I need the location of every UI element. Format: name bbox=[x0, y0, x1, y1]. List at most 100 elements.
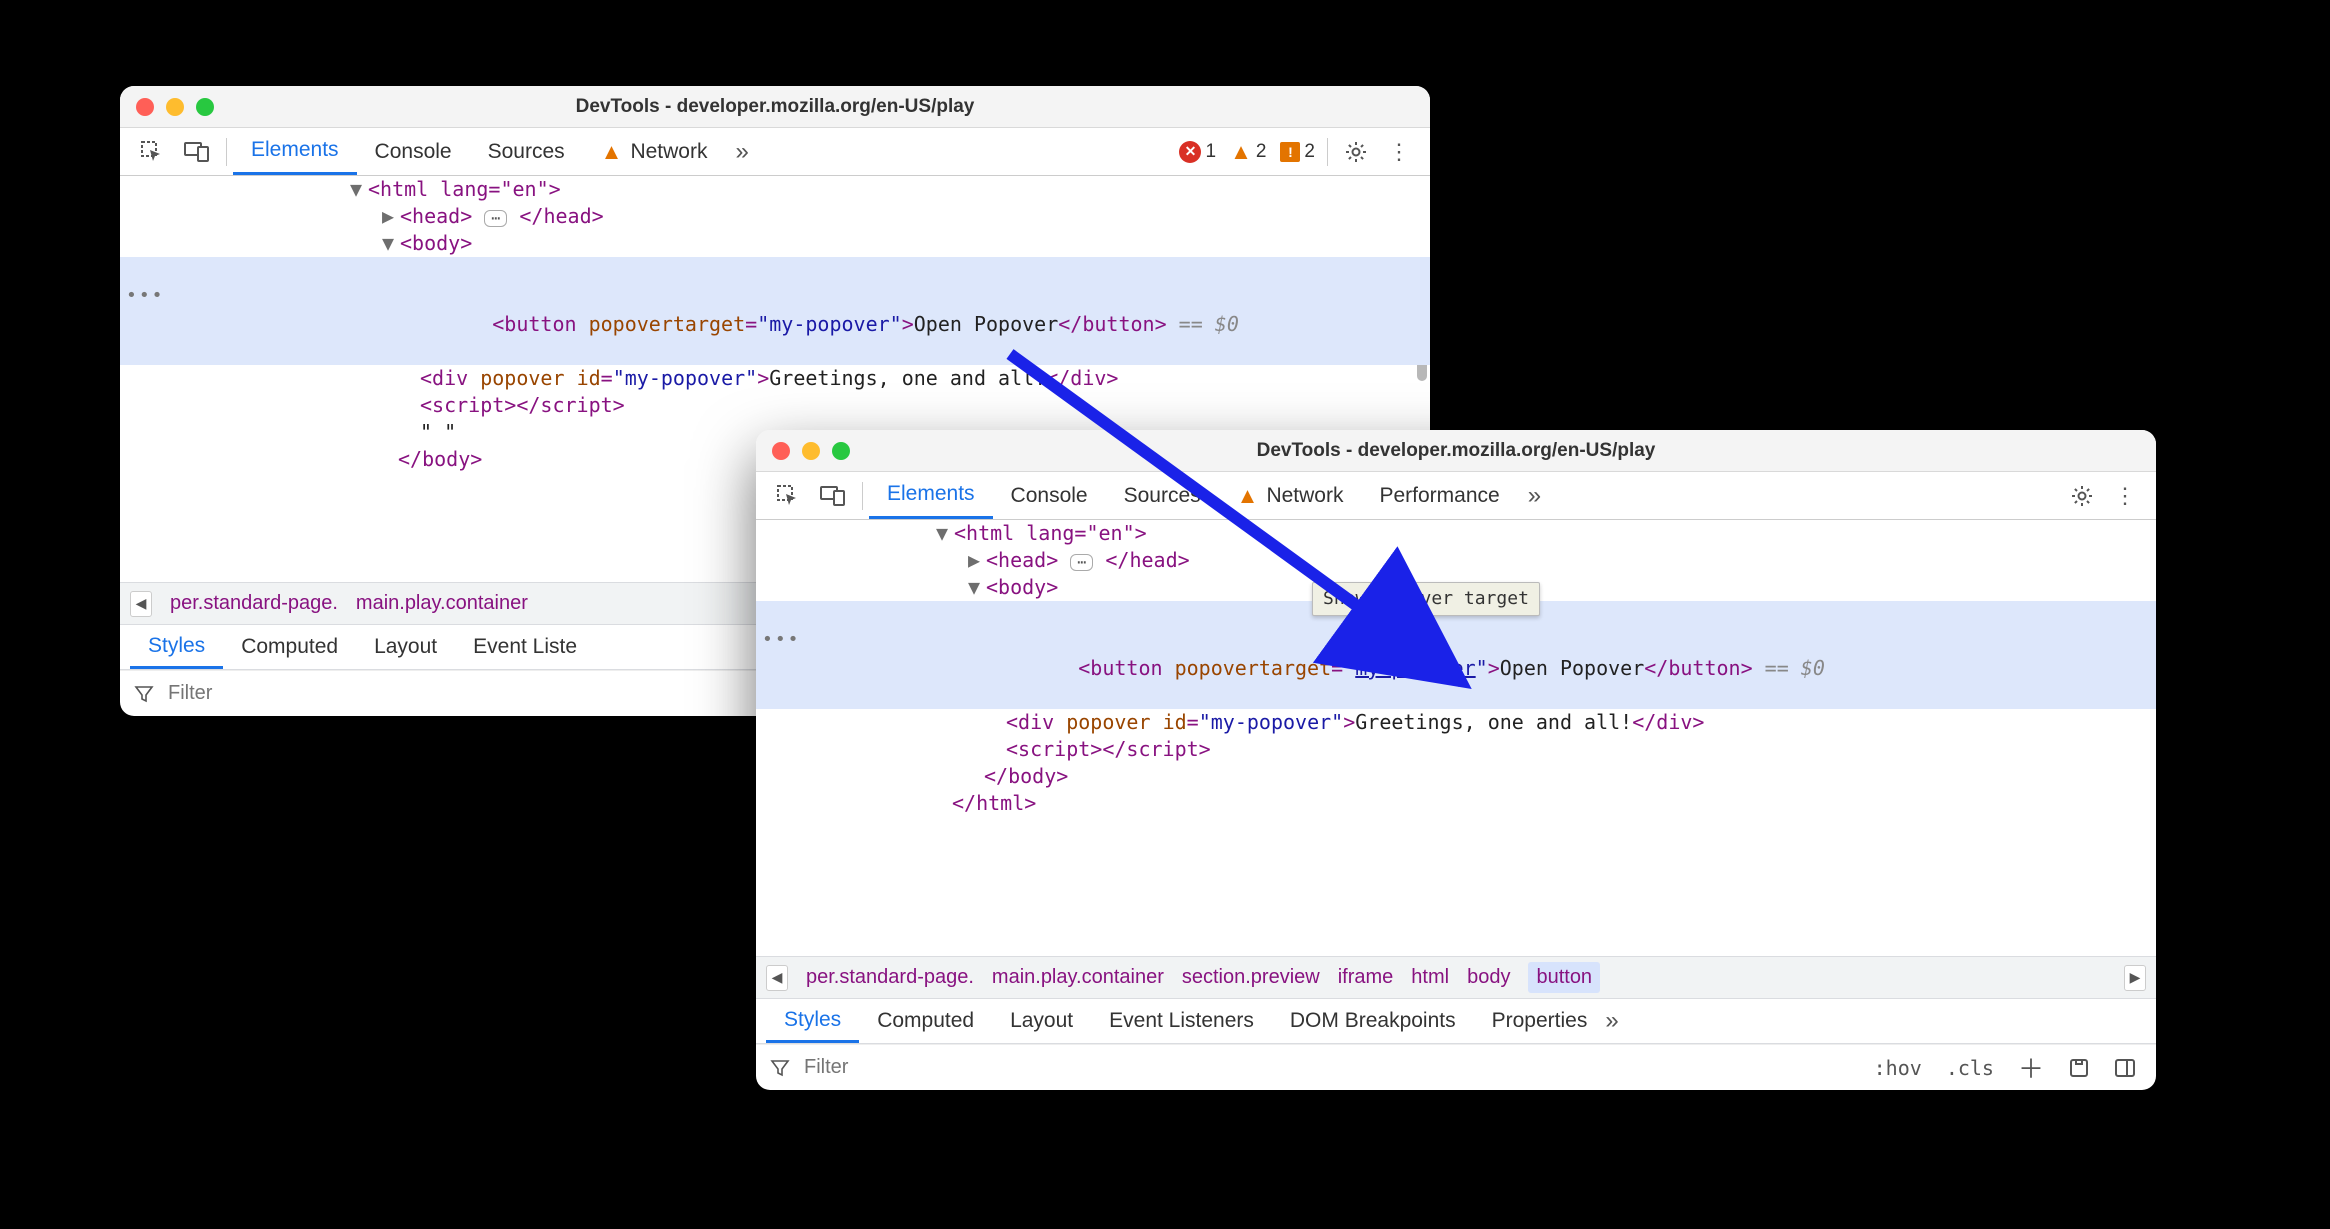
window-title: DevTools - developer.mozilla.org/en-US/p… bbox=[756, 440, 2156, 462]
subtab-styles[interactable]: Styles bbox=[766, 999, 859, 1043]
subtab-event-listeners[interactable]: Event Listeners bbox=[1091, 999, 1272, 1043]
titlebar: DevTools - developer.mozilla.org/en-US/p… bbox=[756, 430, 2156, 472]
crumb-left-arrow-icon[interactable]: ◀ bbox=[766, 965, 788, 991]
toggle-sidebar-icon[interactable] bbox=[2108, 1057, 2142, 1079]
subtab-event-listeners[interactable]: Event Liste bbox=[455, 625, 595, 669]
devtools-toolbar: Elements Console Sources ▲ Network » ✕1 … bbox=[120, 128, 1430, 176]
computed-styles-icon[interactable] bbox=[2062, 1057, 2096, 1079]
subtab-properties[interactable]: Properties bbox=[1474, 999, 1606, 1043]
tab-network-label: Network bbox=[1266, 484, 1343, 508]
warning-icon: ▲ bbox=[1230, 139, 1252, 165]
selection-dots-icon: ••• bbox=[126, 284, 165, 308]
body-open[interactable]: <body> bbox=[400, 231, 472, 255]
subtab-dom-breakpoints[interactable]: DOM Breakpoints bbox=[1272, 999, 1474, 1043]
hov-toggle[interactable]: :hov bbox=[1868, 1056, 1928, 1080]
zoom-icon[interactable] bbox=[832, 442, 850, 460]
html-open[interactable]: <html lang="en"> bbox=[954, 521, 1147, 545]
collapsed-ellipsis-icon[interactable]: ⋯ bbox=[1070, 554, 1093, 571]
div-node[interactable]: <div popover id="my-popover">Greetings, … bbox=[756, 709, 2156, 736]
head-open[interactable]: <head> bbox=[400, 204, 472, 228]
new-style-rule-icon[interactable]: ＋ bbox=[2012, 1049, 2050, 1086]
crumb-item[interactable]: per.standard-page. bbox=[806, 966, 974, 989]
div-node[interactable]: <div popover id="my-popover">Greetings, … bbox=[120, 365, 1430, 392]
crumb-item[interactable]: main.play.container bbox=[992, 966, 1164, 989]
inspect-element-icon[interactable] bbox=[766, 472, 810, 519]
divider bbox=[862, 482, 863, 510]
close-icon[interactable] bbox=[136, 98, 154, 116]
selected-node-button[interactable]: ••• <button popovertarget="my-popover">O… bbox=[756, 601, 2156, 709]
divider bbox=[1327, 138, 1328, 166]
settings-gear-icon[interactable] bbox=[2060, 472, 2104, 519]
tab-console[interactable]: Console bbox=[993, 472, 1106, 519]
settings-gear-icon[interactable] bbox=[1334, 128, 1378, 175]
tab-console[interactable]: Console bbox=[357, 128, 470, 175]
tab-elements[interactable]: Elements bbox=[233, 128, 357, 175]
tab-network[interactable]: ▲ Network bbox=[1219, 472, 1362, 519]
crumb-item[interactable]: body bbox=[1467, 966, 1510, 989]
minimize-icon[interactable] bbox=[166, 98, 184, 116]
crumb-item[interactable]: per.standard-page. bbox=[170, 592, 338, 615]
collapsed-ellipsis-icon[interactable]: ⋯ bbox=[484, 210, 507, 227]
selection-dots-icon: ••• bbox=[762, 628, 801, 652]
panel-tabs: Elements Console Sources ▲ Network bbox=[233, 128, 725, 175]
warning-count[interactable]: ▲2 bbox=[1230, 139, 1266, 165]
cls-toggle[interactable]: .cls bbox=[1940, 1056, 2000, 1080]
script-node[interactable]: <script></script> bbox=[120, 392, 1430, 419]
subtab-layout[interactable]: Layout bbox=[356, 625, 455, 669]
more-tabs-chevron-icon[interactable]: » bbox=[725, 128, 758, 175]
crumb-item[interactable]: html bbox=[1411, 966, 1449, 989]
zoom-icon[interactable] bbox=[196, 98, 214, 116]
tab-elements[interactable]: Elements bbox=[869, 472, 993, 519]
button-text: Open Popover bbox=[914, 312, 1059, 336]
body-close[interactable]: </body> bbox=[756, 763, 2156, 790]
kebab-menu-icon[interactable]: ⋮ bbox=[2104, 472, 2146, 519]
subtab-computed[interactable]: Computed bbox=[223, 625, 356, 669]
crumb-item[interactable]: section.preview bbox=[1182, 966, 1320, 989]
kebab-menu-icon[interactable]: ⋮ bbox=[1378, 128, 1420, 175]
devtools-toolbar: Elements Console Sources ▲ Network Perfo… bbox=[756, 472, 2156, 520]
devtools-window-2: DevTools - developer.mozilla.org/en-US/p… bbox=[756, 430, 2156, 1090]
error-icon: ✕ bbox=[1179, 141, 1201, 163]
filter-funnel-icon bbox=[134, 684, 154, 704]
dollar-zero: $0 bbox=[1215, 312, 1239, 336]
issues-count[interactable]: !2 bbox=[1280, 141, 1315, 163]
selected-node-button[interactable]: ••• <button popovertarget="my-popover">O… bbox=[120, 257, 1430, 365]
warning-icon: ▲ bbox=[601, 139, 623, 165]
body-open[interactable]: <body> bbox=[986, 575, 1058, 599]
crumb-left-arrow-icon[interactable]: ◀ bbox=[130, 591, 152, 617]
button-text: Open Popover bbox=[1500, 656, 1645, 680]
html-open[interactable]: <html lang="en"> bbox=[368, 177, 561, 201]
tab-network[interactable]: ▲ Network bbox=[583, 128, 726, 175]
issue-counters[interactable]: ✕1 ▲2 !2 bbox=[1179, 139, 1315, 165]
filter-input[interactable] bbox=[802, 1055, 1856, 1080]
more-tabs-chevron-icon[interactable]: » bbox=[1518, 472, 1551, 519]
crumb-item[interactable]: iframe bbox=[1338, 966, 1394, 989]
breadcrumb[interactable]: ◀ per.standard-page. main.play.container… bbox=[756, 956, 2156, 998]
head-open[interactable]: <head> bbox=[986, 548, 1058, 572]
close-icon[interactable] bbox=[772, 442, 790, 460]
tab-performance[interactable]: Performance bbox=[1361, 472, 1517, 519]
traffic-lights bbox=[136, 98, 214, 116]
tab-sources[interactable]: Sources bbox=[1106, 472, 1219, 519]
popovertarget-link[interactable]: my-popover bbox=[1355, 656, 1475, 680]
popover-target-tooltip: Show popover target bbox=[1312, 582, 1540, 616]
tab-sources[interactable]: Sources bbox=[470, 128, 583, 175]
crumb-item[interactable]: main.play.container bbox=[356, 592, 528, 615]
html-close[interactable]: </html> bbox=[756, 790, 2156, 817]
crumb-item-selected[interactable]: button bbox=[1528, 962, 1600, 993]
subtab-layout[interactable]: Layout bbox=[992, 999, 1091, 1043]
crumb-right-arrow-icon[interactable]: ▶ bbox=[2124, 965, 2146, 991]
issues-icon: ! bbox=[1280, 142, 1300, 162]
script-node[interactable]: <script></script> bbox=[756, 736, 2156, 763]
dom-tree[interactable]: ▼<html lang="en"> ▶<head> ⋯ </head> ▼<bo… bbox=[756, 520, 2156, 956]
popovertarget-value: my-popover bbox=[769, 312, 889, 336]
device-toggle-icon[interactable] bbox=[174, 128, 220, 175]
more-subtabs-chevron-icon[interactable]: » bbox=[1605, 1007, 1618, 1035]
head-close: </head> bbox=[1105, 548, 1189, 572]
error-count[interactable]: ✕1 bbox=[1179, 141, 1216, 163]
subtab-computed[interactable]: Computed bbox=[859, 999, 992, 1043]
subtab-styles[interactable]: Styles bbox=[130, 625, 223, 669]
device-toggle-icon[interactable] bbox=[810, 472, 856, 519]
inspect-element-icon[interactable] bbox=[130, 128, 174, 175]
minimize-icon[interactable] bbox=[802, 442, 820, 460]
